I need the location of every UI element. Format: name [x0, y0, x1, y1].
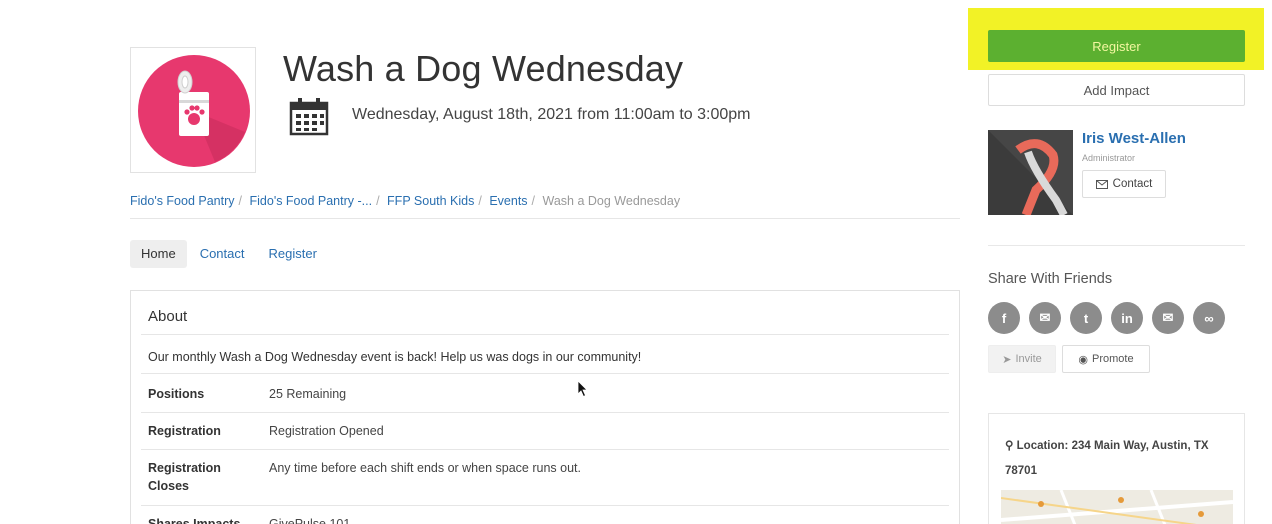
about-title: About	[148, 308, 188, 325]
invite-button[interactable]: ➤ Invite	[988, 345, 1056, 373]
divider	[141, 505, 949, 506]
envelope-icon	[1095, 179, 1108, 189]
breadcrumb-item[interactable]: Fido's Food Pantry -...	[250, 194, 373, 208]
divider	[130, 218, 960, 219]
divider	[988, 245, 1245, 246]
paper-plane-icon: ➤	[1002, 353, 1012, 366]
link-icon[interactable]: ∞	[1193, 302, 1225, 334]
map-image	[1001, 490, 1233, 524]
event-logo	[130, 47, 256, 173]
contact-label: Contact	[1112, 178, 1153, 190]
registration-closes-label: Registration Closes	[148, 461, 221, 493]
breadcrumb-item[interactable]: Fido's Food Pantry	[130, 194, 235, 208]
mouse-cursor-icon	[577, 380, 588, 398]
shares-impacts-link[interactable]: GivePulse 101	[269, 515, 350, 524]
registration-closes-value: Any time before each shift ends or when …	[269, 461, 581, 475]
invite-label: Invite	[1015, 353, 1042, 365]
positions-value: 25 Remaining	[269, 387, 347, 401]
location-panel: ⚲ Location: 234 Main Way, Austin, TX 787…	[988, 413, 1245, 524]
tab-register[interactable]: Register	[258, 240, 328, 268]
register-button[interactable]: Register	[988, 30, 1245, 62]
contact-admin-button[interactable]: Contact	[1082, 170, 1166, 198]
add-impact-button[interactable]: Add Impact	[988, 74, 1245, 106]
location-text: ⚲ Location: 234 Main Way, Austin, TX 787…	[1005, 434, 1235, 484]
email-icon[interactable]: ✉	[1152, 302, 1184, 334]
about-text: Our monthly Wash a Dog Wednesday event i…	[148, 350, 642, 364]
breadcrumb-item[interactable]: Events	[489, 194, 527, 208]
shares-impacts-label: Shares Impacts	[148, 517, 241, 524]
eye-icon: ◉	[1078, 353, 1089, 366]
linkedin-icon[interactable]: in	[1111, 302, 1143, 334]
registration-label: Registration	[148, 424, 221, 438]
divider	[141, 373, 949, 374]
location-map[interactable]	[1001, 490, 1233, 524]
facebook-icon[interactable]: f	[988, 302, 1020, 334]
share-icons: f ✉ t in ✉ ∞	[988, 302, 1225, 334]
event-date: Wednesday, August 18th, 2021 from 11:00a…	[352, 106, 751, 123]
admin-role: Administrator	[1082, 153, 1136, 163]
location-address: Location: 234 Main Way, Austin, TX 78701	[1005, 440, 1209, 477]
positions-label: Positions	[148, 387, 205, 401]
admin-avatar	[988, 130, 1073, 215]
breadcrumb-item[interactable]: FFP South Kids	[387, 194, 474, 208]
tab-home[interactable]: Home	[130, 240, 187, 268]
awareness-ribbon-icon	[988, 130, 1073, 215]
divider	[141, 334, 949, 335]
share-title: Share With Friends	[988, 271, 1113, 287]
map-marker-icon: ⚲	[1005, 440, 1014, 452]
breadcrumb-current: Wash a Dog Wednesday	[542, 194, 681, 208]
tab-contact[interactable]: Contact	[189, 240, 256, 268]
messenger-icon[interactable]: ✉	[1029, 302, 1061, 334]
twitter-icon[interactable]: t	[1070, 302, 1102, 334]
divider	[141, 412, 949, 413]
about-panel: About Our monthly Wash a Dog Wednesday e…	[130, 290, 960, 524]
admin-name-link[interactable]: Iris West-Allen	[1082, 130, 1186, 147]
registration-value: Registration Opened	[269, 424, 384, 438]
promote-button[interactable]: ◉ Promote	[1062, 345, 1150, 373]
promote-label: Promote	[1092, 353, 1134, 365]
divider	[141, 449, 949, 450]
breadcrumb: Fido's Food Pantry / Fido's Food Pantry -…	[130, 194, 681, 208]
dog-food-can-icon	[138, 55, 250, 167]
calendar-icon	[289, 98, 329, 136]
event-tabs: Home Contact Register	[130, 240, 330, 268]
event-title: Wash a Dog Wednesday	[283, 48, 684, 89]
